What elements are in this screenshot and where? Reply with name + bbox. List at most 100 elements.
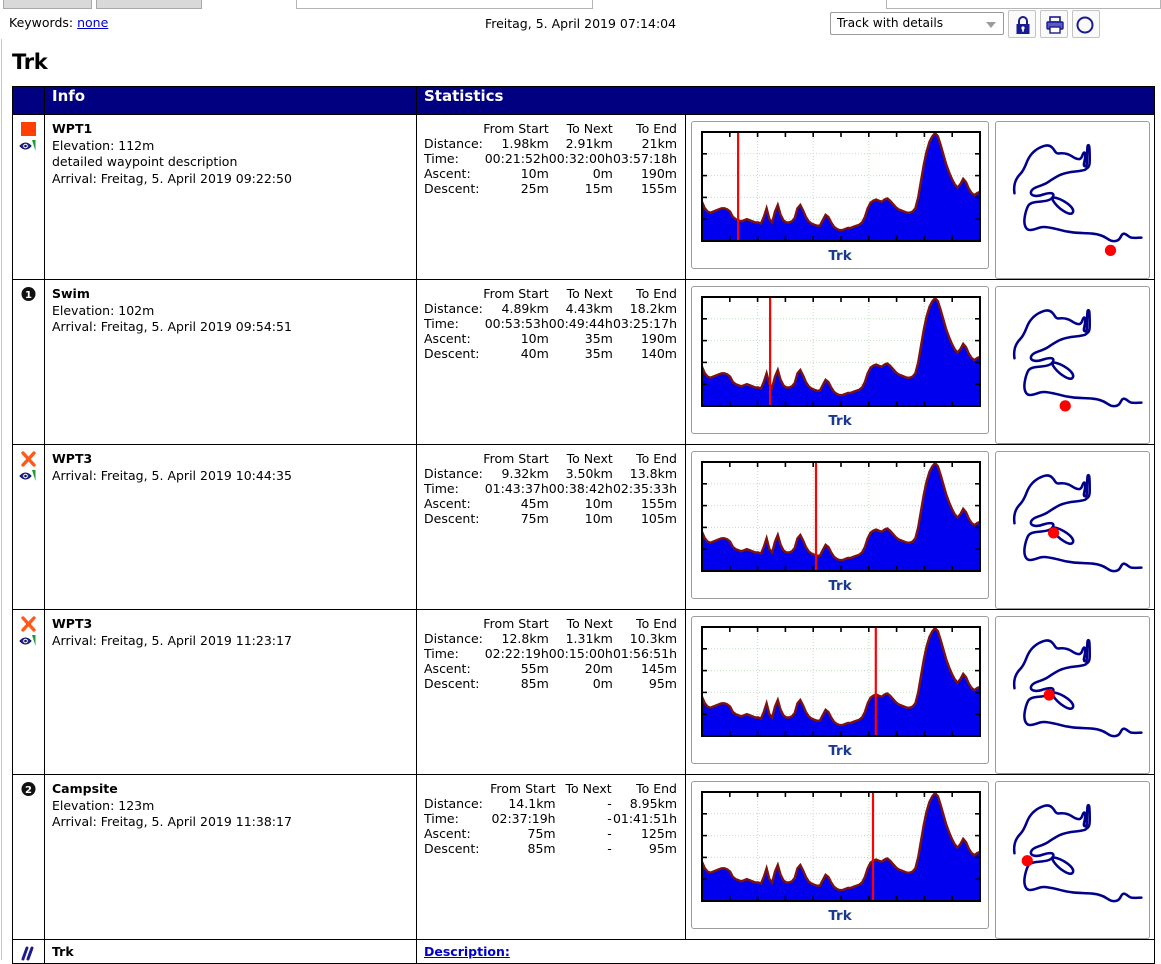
table-body: WPT1 Elevation: 112m detailed waypoint des… <box>12 114 1155 964</box>
elevation-profile-chart[interactable] <box>698 623 984 740</box>
stat-column-header: To End <box>636 451 677 466</box>
elevation-panel[interactable]: Trk <box>691 616 989 764</box>
elevation-profile-chart[interactable] <box>698 128 984 245</box>
waypoint-elevation: Elevation: 102m <box>52 302 155 318</box>
view-mode-value: Track with details <box>837 16 944 30</box>
waypoint-icon-cell[interactable] <box>12 609 45 775</box>
stat-row: Ascent: 10m 0m 190m <box>424 166 677 181</box>
track-map-thumbnail[interactable] <box>1001 787 1147 933</box>
elevation-panel[interactable]: Trk <box>691 121 989 269</box>
stat-row: Descent: 40m 35m 140m <box>424 346 677 361</box>
elevation-panel[interactable]: Trk <box>691 781 989 929</box>
waypoint-info-cell: Swim Elevation: 102m Arrival: Freitag, 5. … <box>44 279 417 445</box>
stat-value: 03:57:18h <box>612 151 677 166</box>
stat-column-header: From Start <box>483 616 549 631</box>
stat-value: 3.50km <box>565 466 613 481</box>
track-map-thumbnail[interactable] <box>1001 292 1147 438</box>
waypoint-charts-cell: Trk <box>685 774 1155 940</box>
stat-row: Distance: 14.1km - 8.95km <box>424 796 677 811</box>
stat-value: - <box>607 826 612 841</box>
table-row[interactable]: 1 Swim Elevation: 102m Arrival: Freitag, 5.… <box>12 279 1155 445</box>
map-panel[interactable] <box>995 781 1150 939</box>
tab-partial-1[interactable] <box>3 0 92 9</box>
stat-value: 0m <box>592 166 613 181</box>
view-mode-select[interactable]: Track with details <box>830 12 1004 35</box>
column-header-statistics: Statistics <box>416 86 1155 115</box>
statistics-table: From Start To Next To End Distance: 14.1km - 8… <box>424 781 677 856</box>
column-header-info: Info <box>44 86 417 115</box>
stat-row: Descent: 25m 15m 155m <box>424 181 677 196</box>
stat-value: 85m <box>527 841 556 856</box>
stat-value: 01:41:51h <box>612 811 677 826</box>
map-panel[interactable] <box>995 616 1150 774</box>
elevation-profile-chart[interactable] <box>698 788 984 905</box>
print-button[interactable] <box>1040 10 1068 38</box>
stat-value: 25m <box>520 181 549 196</box>
svg-text:1: 1 <box>25 290 32 301</box>
stat-value: 2.91km <box>565 136 613 151</box>
svg-text:2: 2 <box>25 785 32 796</box>
stat-column-header: To End <box>636 286 677 301</box>
eye-icon[interactable] <box>19 634 38 647</box>
stat-value: 35m <box>584 331 613 346</box>
description-link[interactable]: Description: <box>424 944 510 959</box>
tab-partial-4[interactable] <box>886 0 1161 9</box>
eye-icon[interactable] <box>19 139 38 152</box>
tab-partial-3[interactable] <box>296 0 593 9</box>
stat-row: Descent: 85m - 95m <box>424 841 677 856</box>
orange-square-icon <box>21 122 36 136</box>
stat-row-label: Distance: <box>424 466 483 481</box>
map-panel[interactable] <box>995 451 1150 609</box>
lock-button[interactable] <box>1008 10 1036 38</box>
elevation-profile-chart[interactable] <box>698 458 984 575</box>
stat-row: Descent: 85m 0m 95m <box>424 676 677 691</box>
stat-column-header: From Start <box>490 781 556 796</box>
stat-value: 75m <box>520 511 549 526</box>
stat-row-label: Distance: <box>424 301 483 316</box>
waypoint-name: Swim <box>52 286 90 301</box>
stat-row: Time: 02:22:19h 00:15:00h 01:56:51h <box>424 646 677 661</box>
stat-row: Descent: 75m 10m 105m <box>424 511 677 526</box>
waypoint-description: detailed waypoint description <box>52 154 238 169</box>
track-map-thumbnail[interactable] <box>1001 127 1147 273</box>
toolbar: Keywords: none Freitag, 5. April 2019 07… <box>0 9 1161 39</box>
keywords-link[interactable]: none <box>77 15 108 30</box>
stat-value: 1.31km <box>565 631 613 646</box>
track-map-thumbnail[interactable] <box>1001 622 1147 768</box>
statistics-table: From Start To Next To End Distance: 12.8km 1.… <box>424 616 677 691</box>
stat-row-label: Ascent: <box>424 166 471 181</box>
table-row[interactable]: 2 Campsite Elevation: 123m Arrival: Freitag… <box>12 774 1155 940</box>
track-map-thumbnail[interactable] <box>1001 457 1147 603</box>
table-row[interactable]: WPT3 Arrival: Freitag, 5. April 2019 11:2… <box>12 609 1155 775</box>
tab-partial-2[interactable] <box>96 0 202 9</box>
waypoint-icon-cell[interactable]: 2 <box>12 774 45 940</box>
stat-value: 03:25:17h <box>612 316 677 331</box>
stat-column-header: From Start <box>483 451 549 466</box>
elevation-panel[interactable]: Trk <box>691 286 989 434</box>
stat-value: 00:15:00h <box>548 646 613 661</box>
stat-value: 14.1km <box>508 796 556 811</box>
elevation-panel[interactable]: Trk <box>691 451 989 599</box>
statistics-table: From Start To Next To End Distance: 9.32km 3.… <box>424 451 677 526</box>
stat-row-label: Ascent: <box>424 331 471 346</box>
table-row[interactable]: WPT3 Arrival: Freitag, 5. April 2019 10:4… <box>12 444 1155 610</box>
map-panel[interactable] <box>995 121 1150 279</box>
stat-value: 10m <box>520 166 549 181</box>
map-panel[interactable] <box>995 286 1150 444</box>
numbered-circle-1-icon: 1 <box>21 287 36 301</box>
stat-column-header: To Next <box>566 451 613 466</box>
tab-strip <box>0 0 1161 9</box>
table-row[interactable]: WPT1 Elevation: 112m detailed waypoint des… <box>12 114 1155 280</box>
elevation-profile-chart[interactable] <box>698 293 984 410</box>
extra-print-button[interactable] <box>1072 10 1100 38</box>
stat-column-header: To Next <box>566 616 613 631</box>
stat-row: Ascent: 45m 10m 155m <box>424 496 677 511</box>
stat-value: 35m <box>584 346 613 361</box>
waypoint-icon-cell[interactable] <box>12 444 45 610</box>
eye-icon[interactable] <box>19 469 38 482</box>
stat-row: Time: 02:37:19h -01:41:51h <box>424 811 677 826</box>
waypoint-icon-cell[interactable] <box>12 114 45 280</box>
stat-column-header: To End <box>636 616 677 631</box>
waypoint-icon-cell[interactable]: 1 <box>12 279 45 445</box>
stat-value: 0m <box>592 676 613 691</box>
